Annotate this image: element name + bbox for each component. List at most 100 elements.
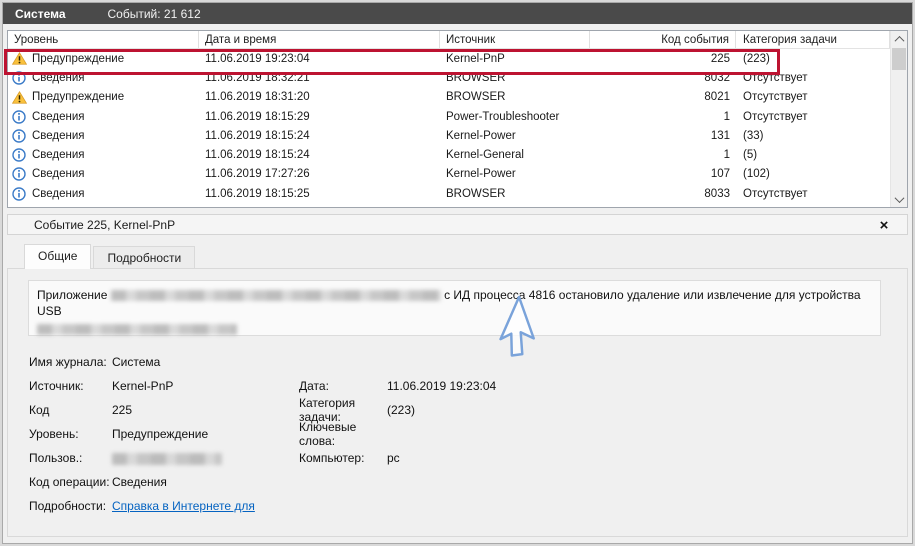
scroll-up-button[interactable] [891, 31, 907, 47]
event-details-title: Событие 225, Kernel-PnP [34, 217, 176, 232]
event-id: 107 [710, 168, 730, 181]
event-category: (223) [743, 52, 770, 65]
event-category: Отсутствует [743, 91, 808, 104]
computer-label: Компьютер: [299, 451, 365, 465]
event-level: Сведения [32, 187, 85, 200]
more-info-label: Подробности: [29, 499, 107, 513]
general-tab-content: Приложение с ИД процесса 4816 остановило… [7, 268, 908, 537]
chevron-up-icon [894, 35, 904, 46]
redacted-application-path [110, 290, 441, 302]
event-datetime: 11.06.2019 18:32:21 [205, 71, 310, 84]
code-label: Код [29, 403, 50, 417]
info-icon [12, 71, 27, 85]
event-datetime: 11.06.2019 17:27:26 [205, 168, 310, 181]
event-source: Kernel-General [446, 149, 524, 162]
event-level: Предупреждение [32, 91, 125, 104]
table-row[interactable]: Предупреждение 11.06.2019 19:23:04 Kerne… [8, 49, 890, 68]
tab-general[interactable]: Общие [24, 244, 92, 269]
event-source: BROWSER [446, 71, 506, 84]
event-datetime: 11.06.2019 18:15:24 [205, 129, 310, 142]
events-table: Уровень Дата и время Источник Код событи… [7, 30, 908, 208]
event-datetime: 11.06.2019 18:31:20 [205, 91, 310, 104]
table-row[interactable]: Сведения 11.06.2019 18:15:24 Kernel-Gene… [8, 145, 890, 164]
event-datetime: 11.06.2019 18:15:29 [205, 110, 310, 123]
event-level: Сведения [32, 110, 85, 123]
redacted-device-id [37, 323, 237, 335]
log-name-value: Система [112, 355, 161, 369]
vertical-scrollbar[interactable] [890, 31, 907, 207]
event-level: Сведения [32, 149, 85, 162]
event-source: Kernel-Power [446, 168, 516, 181]
event-table-body: Предупреждение 11.06.2019 19:23:04 Kerne… [8, 49, 890, 207]
keywords-label: Ключевые слова: [299, 420, 357, 448]
opcode-label: Код операции: [29, 475, 110, 489]
table-row[interactable]: Сведения 11.06.2019 18:15:25 BROWSER 803… [8, 184, 890, 203]
event-source: BROWSER [446, 91, 506, 104]
details-tabs: Общие Подробности [7, 244, 197, 269]
event-level: Предупреждение [32, 52, 125, 65]
warning-icon [12, 90, 27, 104]
event-datetime: 11.06.2019 19:23:04 [205, 52, 310, 65]
column-header-source[interactable]: Источник [440, 31, 590, 48]
source-value: Kernel-PnP [112, 379, 174, 393]
log-title-bar: Система Событий: 21 612 [3, 3, 912, 24]
event-description-box: Приложение с ИД процесса 4816 остановило… [28, 280, 881, 336]
log-name: Система [15, 6, 66, 21]
column-header-datetime[interactable]: Дата и время [199, 31, 440, 48]
event-category: Отсутствует [743, 110, 808, 123]
event-id: 225 [710, 52, 730, 65]
date-value: 11.06.2019 19:23:04 [387, 379, 497, 393]
event-category: (102) [743, 168, 770, 181]
online-help-link[interactable]: Справка в Интернете для [112, 499, 255, 513]
cursor-arrow-annotation [499, 295, 535, 357]
computer-value: pc [387, 451, 400, 465]
column-header-event-id[interactable]: Код события [590, 31, 736, 48]
event-level: Сведения [32, 129, 85, 142]
events-count: Событий: 21 612 [107, 6, 201, 21]
event-datetime: 11.06.2019 18:15:25 [205, 187, 310, 200]
opcode-value: Сведения [112, 475, 167, 489]
event-source: Power-Troubleshooter [446, 110, 560, 123]
date-label: Дата: [299, 379, 329, 393]
source-label: Источник: [29, 379, 84, 393]
redacted-user-value [112, 452, 222, 465]
event-viewer-window: Система Событий: 21 612 Уровень Дата и в… [2, 2, 913, 544]
tab-details[interactable]: Подробности [93, 246, 196, 268]
event-source: Kernel-PnP [446, 52, 505, 65]
event-category: (33) [743, 129, 764, 142]
event-id: 8033 [704, 187, 730, 200]
close-icon[interactable]: × [875, 216, 893, 234]
code-value: 225 [112, 403, 133, 417]
level-label: Уровень: [29, 427, 79, 441]
info-icon [12, 109, 27, 124]
event-category: Отсутствует [743, 71, 808, 84]
info-icon [12, 129, 27, 143]
description-text-part1: Приложение [37, 288, 108, 302]
chevron-down-icon [894, 192, 904, 203]
level-value: Предупреждение [112, 427, 209, 441]
category-value: (223) [387, 403, 416, 417]
event-level: Сведения [32, 71, 85, 84]
event-id: 1 [723, 149, 730, 162]
event-level: Сведения [32, 168, 85, 181]
event-id: 131 [710, 129, 730, 142]
event-source: Kernel-Power [446, 129, 516, 142]
table-row[interactable]: Сведения 11.06.2019 17:27:26 Kernel-Powe… [8, 165, 890, 184]
event-source: BROWSER [446, 187, 506, 200]
table-row[interactable]: Предупреждение 11.06.2019 18:31:20 BROWS… [8, 88, 890, 107]
user-label: Пользов.: [29, 451, 83, 465]
log-name-label: Имя журнала: [29, 355, 107, 369]
column-header-category[interactable]: Категория задачи [736, 31, 890, 48]
event-properties: Имя журнала: Система Источник: Kernel-Pn… [29, 350, 496, 518]
warning-icon [12, 52, 27, 65]
table-row[interactable]: Сведения 11.06.2019 18:15:29 Power-Troub… [8, 107, 890, 126]
table-row[interactable]: Сведения 11.06.2019 18:15:24 Kernel-Powe… [8, 126, 890, 145]
scrollbar-thumb[interactable] [892, 48, 906, 70]
event-id: 8032 [704, 71, 730, 84]
scroll-down-button[interactable] [891, 191, 907, 207]
info-icon [12, 187, 27, 201]
event-id: 8021 [704, 91, 730, 104]
event-datetime: 11.06.2019 18:15:24 [205, 149, 310, 162]
table-row[interactable]: Сведения 11.06.2019 18:32:21 BROWSER 803… [8, 68, 890, 87]
column-header-level[interactable]: Уровень [8, 31, 199, 48]
